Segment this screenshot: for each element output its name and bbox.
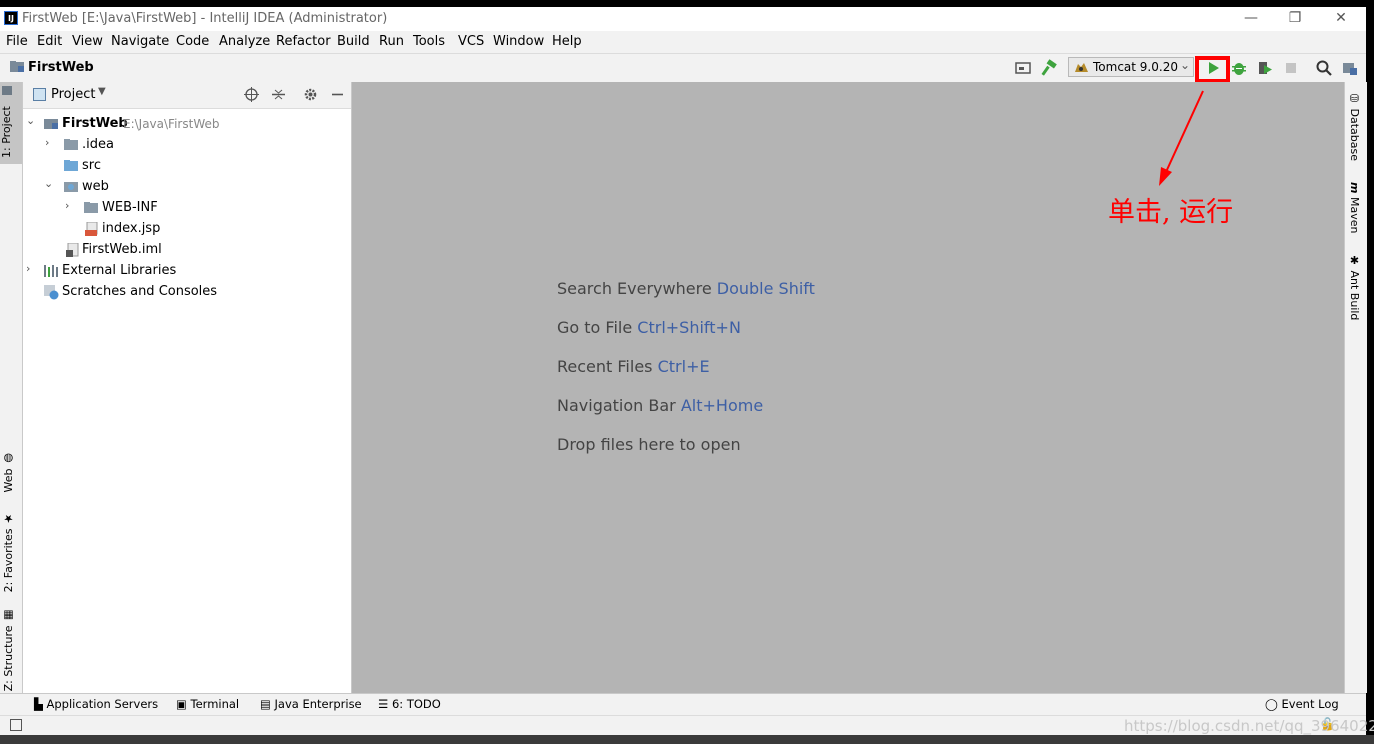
- watermark-text: https://blog.csdn.net/qq_39640226: [1124, 717, 1374, 735]
- annotation-arrow: [1159, 90, 1204, 186]
- annotation-text: 单击, 运行: [1108, 197, 1234, 228]
